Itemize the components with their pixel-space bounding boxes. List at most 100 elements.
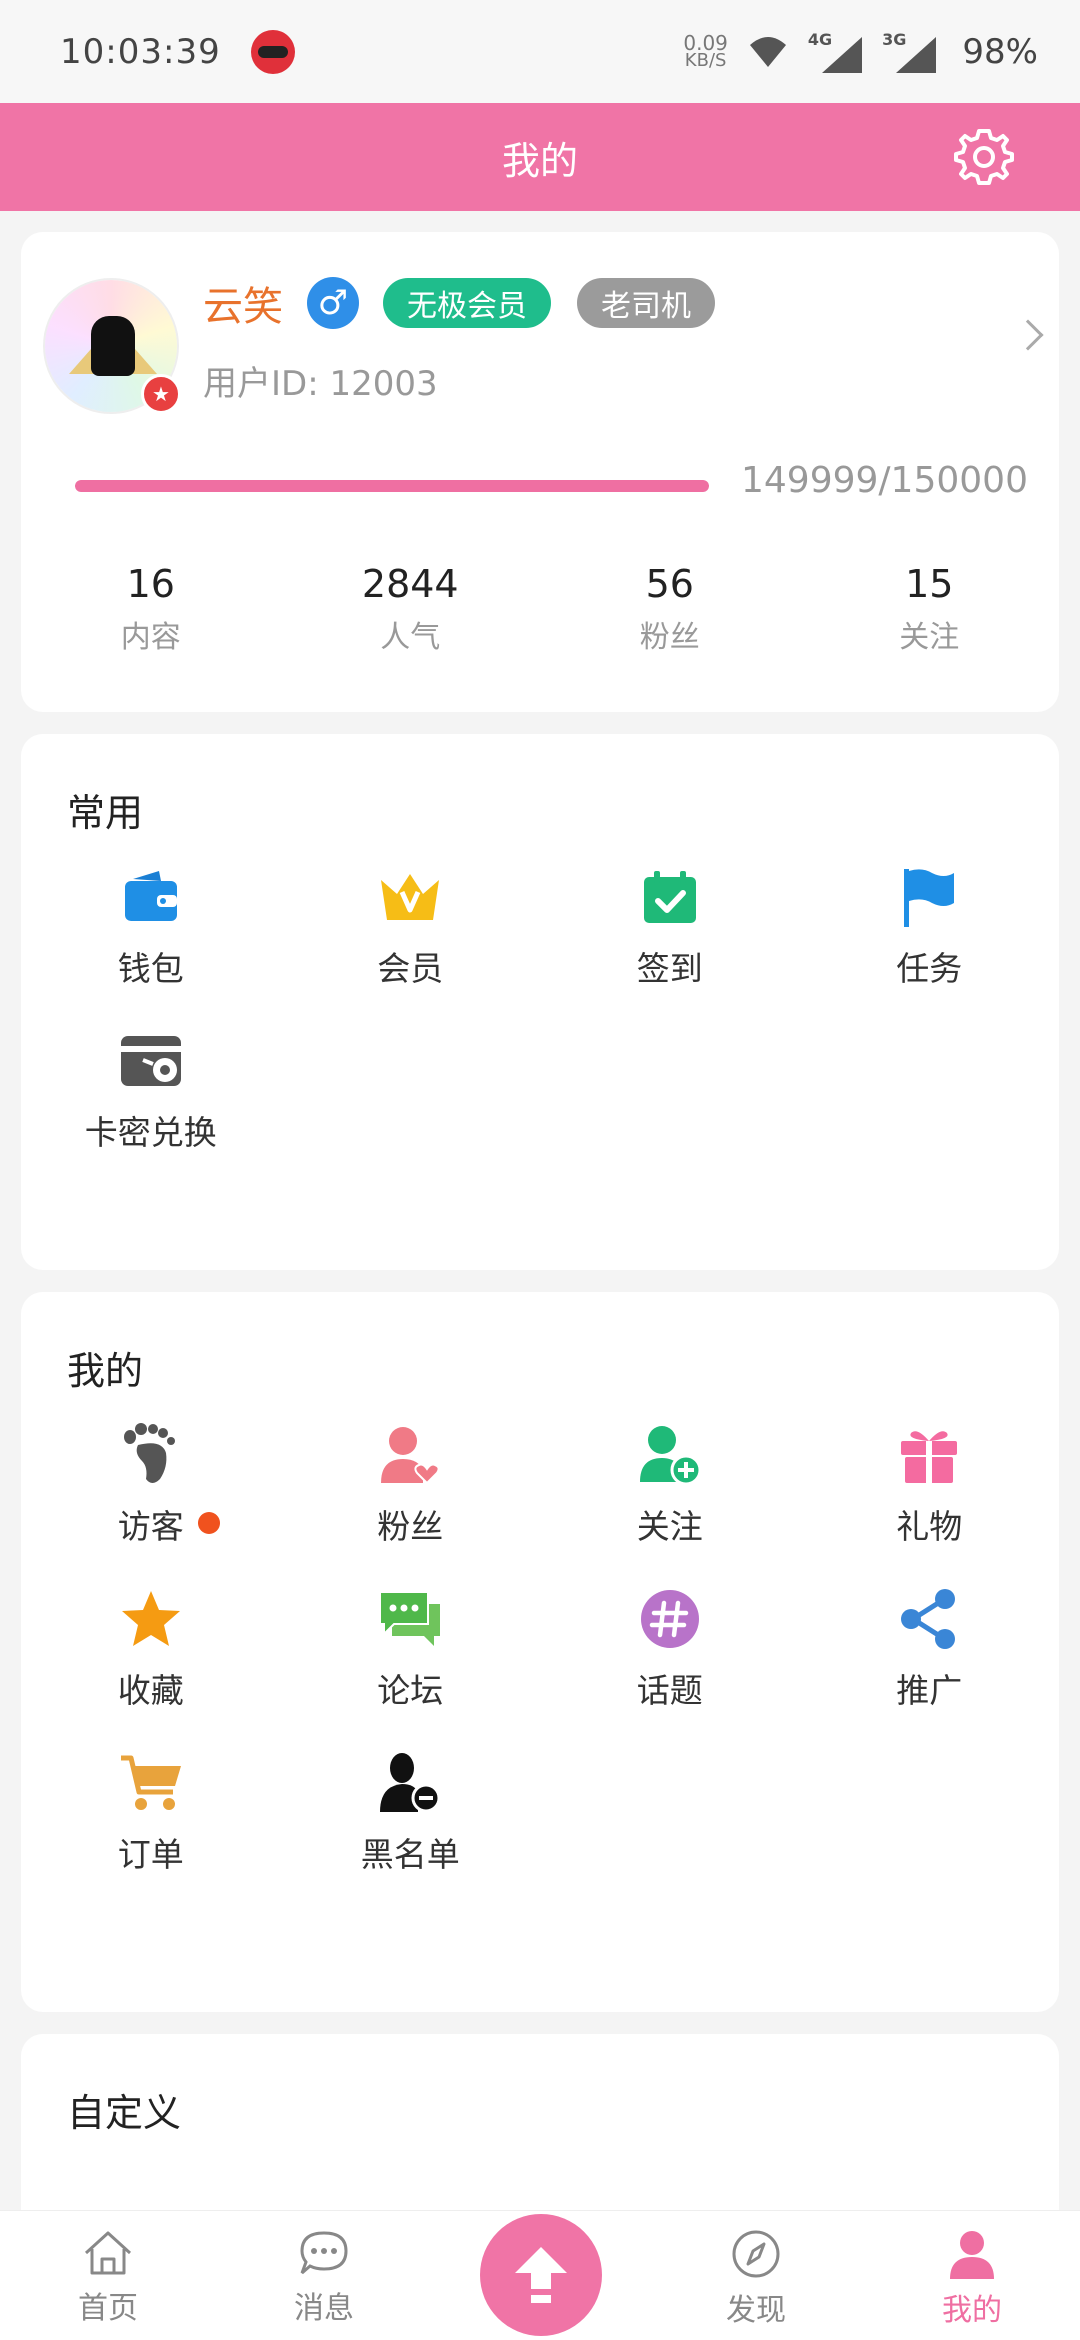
grid-item-topics[interactable]: 话题 [540,1586,800,1712]
profile-icon [950,2231,994,2279]
profile-stats: 16 内容 2844 人气 56 粉丝 15 关注 [21,562,1059,656]
user-block-icon [377,1750,443,1816]
grid-item-checkin[interactable]: 签到 [540,864,800,990]
grid-item-visitors[interactable]: 访客 [21,1422,281,1548]
home-icon [84,2231,132,2275]
grid-item-membership[interactable]: 会员 [281,864,541,990]
user-heart-icon [377,1422,443,1488]
grid-item-label: 钱包 [117,949,184,988]
grid-item-label: 签到 [636,949,703,988]
grid-item-label: 关注 [636,1507,703,1546]
signal-3g: 3G [882,30,937,73]
notification-app-icon [250,29,295,74]
grid-item-gifts[interactable]: 礼物 [800,1422,1060,1548]
grid-item-label: 论坛 [377,1671,444,1710]
verified-badge-icon: ★ [141,374,181,414]
common-grid: 钱包 会员 签到 任务 卡密兑换 [21,864,1059,1154]
stat-fans[interactable]: 56 粉丝 [540,562,800,656]
grid-item-card-redeem[interactable]: 卡密兑换 [21,1028,281,1154]
gift-icon [896,1422,962,1488]
share-icon [896,1586,962,1652]
compass-icon [732,2230,780,2278]
flag-icon [896,864,962,930]
mine-section: 我的 访客 粉丝 关注 礼物 收藏 论坛 话题 推广 订单 黑名单 [21,1292,1059,2012]
grid-item-label: 卡密兑换 [84,1113,217,1152]
stat-value: 15 [905,562,954,606]
stat-label: 关注 [899,620,960,655]
grid-item-favorites[interactable]: 收藏 [21,1586,281,1712]
grid-item-label: 访客 [117,1500,220,1548]
page-title: 我的 [501,138,578,183]
grid-item-label: 话题 [636,1671,703,1710]
grid-item-blacklist[interactable]: 黑名单 [281,1750,541,1876]
grid-item-promotion[interactable]: 推广 [800,1586,1060,1712]
grid-item-orders[interactable]: 订单 [21,1750,281,1876]
mine-grid: 访客 粉丝 关注 礼物 收藏 论坛 话题 推广 订单 黑名单 [21,1422,1059,1876]
hashtag-icon [637,1586,703,1652]
publish-button[interactable] [480,2214,602,2336]
footprint-icon [118,1422,184,1488]
grid-item-following[interactable]: 关注 [540,1422,800,1548]
common-section: 常用 钱包 会员 签到 任务 卡密兑换 [21,734,1059,1270]
nav-label: 消息 [294,2291,354,2326]
nav-messages[interactable]: 消息 [216,2211,432,2340]
grid-item-label: 收藏 [117,1671,184,1710]
section-title: 自定义 [67,2091,182,2135]
new-visitor-dot [197,1512,220,1534]
header-bar: 我的 [0,103,1080,211]
chevron-right-icon[interactable] [1012,319,1044,351]
user-id: 用户ID: 12003 [203,364,438,404]
user-add-icon [637,1422,703,1488]
stat-value: 16 [126,562,175,606]
nav-label: 我的 [942,2293,1002,2328]
experience-progress-fill [75,480,709,492]
nav-discover[interactable]: 发现 [648,2211,864,2340]
section-title: 常用 [67,791,144,835]
battery-level: 98% [962,31,1038,72]
wallet-icon [118,864,184,930]
level-tag: 老司机 [577,278,715,328]
upload-icon [515,2247,567,2303]
avatar-figure [91,316,135,376]
settings-gear-icon[interactable] [952,125,1016,189]
male-gender-icon: ♂ [307,277,359,329]
stat-label: 粉丝 [639,620,700,655]
nav-label: 发现 [726,2293,786,2328]
chat-bubbles-icon [377,1586,443,1652]
stat-following[interactable]: 15 关注 [800,562,1060,656]
profile-card[interactable]: ★ 云笑 ♂ 无极会员 老司机 用户ID: 12003 149999/15000… [21,232,1059,712]
signal-4g: 4G [808,30,863,73]
stat-content[interactable]: 16 内容 [21,562,281,656]
grid-item-forum[interactable]: 论坛 [281,1586,541,1712]
card-key-icon [118,1028,184,1094]
grid-item-label: 会员 [377,949,444,988]
stat-value: 56 [645,562,694,606]
calendar-check-icon [637,864,703,930]
grid-item-label-text: 访客 [117,1507,184,1546]
nav-profile[interactable]: 我的 [864,2211,1080,2340]
grid-item-label: 任务 [896,949,963,988]
stat-popularity[interactable]: 2844 人气 [281,562,541,656]
signal-icon [822,37,863,73]
vip-tag: 无极会员 [383,278,551,328]
nav-label: 首页 [78,2291,138,2326]
star-icon [118,1586,184,1652]
stat-label: 内容 [120,620,181,655]
crown-icon [377,864,443,930]
grid-item-fans[interactable]: 粉丝 [281,1422,541,1548]
section-title: 我的 [67,1349,144,1393]
grid-item-label: 粉丝 [377,1507,444,1546]
network-speed: 0.09 KB/S [683,30,728,71]
grid-item-label: 订单 [117,1835,184,1874]
grid-item-label: 礼物 [896,1507,963,1546]
grid-item-label: 推广 [896,1671,963,1710]
username: 云笑 [203,284,283,330]
status-bar: 10:03:39 0.09 KB/S 4G 3G 98% [0,0,1080,103]
cart-icon [118,1750,184,1816]
grid-item-tasks[interactable]: 任务 [800,864,1060,990]
wifi-icon [749,36,786,67]
experience-progress-text: 149999/150000 [741,460,1028,501]
grid-item-wallet[interactable]: 钱包 [21,864,281,990]
nav-home[interactable]: 首页 [0,2211,216,2340]
stat-value: 2844 [361,562,459,606]
